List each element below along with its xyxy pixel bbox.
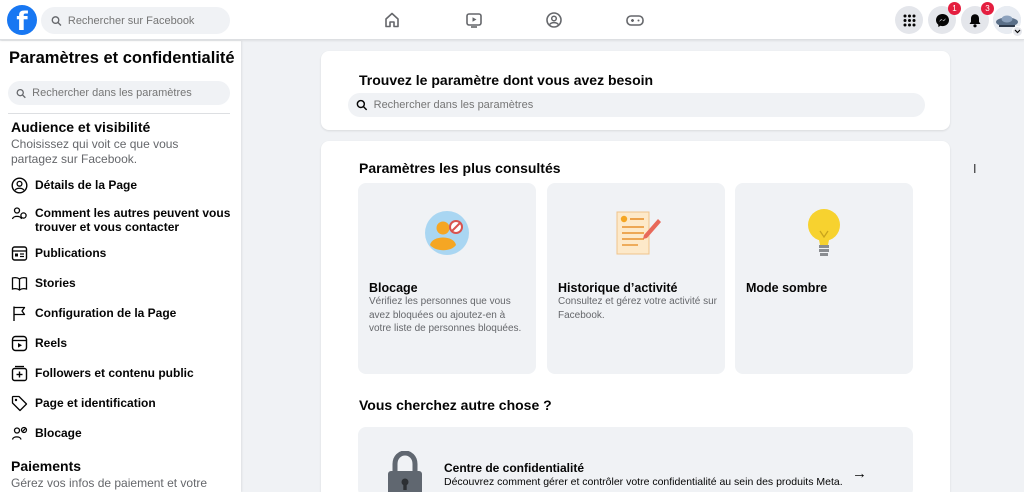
sidebar-divider [8, 113, 230, 114]
top-navigation-bar: f 1 3 [0, 0, 1024, 40]
payments-section-description: Gérez vos infos de paiement et votre [11, 476, 208, 490]
audience-section-title: Audience et visibilité [11, 119, 151, 135]
tile-dark-mode-title: Mode sombre [746, 281, 828, 295]
sidebar-search-input[interactable] [32, 87, 230, 99]
tile-activity-log-description: Consultez et gérez votre activité sur Fa… [558, 296, 717, 321]
blocked-person-icon [358, 205, 536, 261]
lightbulb-icon [735, 205, 913, 261]
other-settings-title: Vous cherchez autre chose ? [359, 397, 552, 413]
tile-dark-mode[interactable]: Mode sombre [735, 183, 913, 374]
messenger-icon [935, 13, 949, 27]
search-icon [16, 88, 26, 98]
user-circle-icon [10, 176, 28, 194]
privacy-center-link[interactable]: Centre de confidentialité Découvrez comm… [358, 427, 913, 492]
sidebar-item-page-tagging[interactable]: Page et identification [10, 394, 232, 412]
privacy-center-title: Centre de confidentialité [444, 461, 585, 475]
posts-icon [10, 244, 28, 262]
account-menu-chevron[interactable] [1012, 26, 1023, 37]
padlock-icon [388, 451, 422, 492]
chevron-down-icon [1014, 29, 1021, 34]
tag-icon [10, 394, 28, 412]
menu-grid-button[interactable] [895, 6, 923, 34]
audience-section-description: Choisissez qui voit ce que vous partagez… [11, 137, 179, 166]
notifications-badge: 3 [981, 2, 994, 15]
facebook-search-box[interactable] [41, 7, 230, 34]
activity-log-icon [547, 205, 725, 261]
facebook-search-input[interactable] [67, 14, 230, 27]
facebook-logo[interactable]: f [7, 5, 37, 35]
privacy-center-description: Découvrez comment gérer et contrôler vot… [444, 476, 843, 488]
payments-section-title: Paiements [11, 458, 82, 474]
grid-icon [903, 14, 915, 26]
sidebar-search-box[interactable] [8, 81, 230, 105]
sidebar-item-stories[interactable]: Stories [10, 274, 232, 292]
text-cursor-icon: I [973, 162, 977, 176]
video-icon[interactable] [462, 8, 486, 32]
groups-icon[interactable] [542, 8, 566, 32]
flag-icon [10, 304, 28, 322]
bell-icon [969, 13, 981, 27]
reels-icon [10, 334, 28, 352]
tile-blocking[interactable]: Blocage Vérifiez les personnes que vous … [358, 183, 536, 374]
settings-sidebar: Paramètres et confidentialité Audience e… [0, 41, 241, 492]
messenger-badge: 1 [948, 2, 961, 15]
sidebar-title: Paramètres et confidentialité [9, 49, 235, 67]
most-viewed-title: Paramètres les plus consultés [359, 160, 561, 176]
notifications-button[interactable]: 3 [961, 2, 994, 34]
sidebar-item-reels[interactable]: Reels [10, 334, 232, 352]
search-icon [356, 99, 368, 111]
find-setting-card: Trouvez le paramètre dont vous avez beso… [321, 51, 950, 130]
tile-activity-log-title: Historique d’activité [558, 281, 678, 295]
find-setting-title: Trouvez le paramètre dont vous avez beso… [359, 72, 654, 88]
sidebar-item-followers[interactable]: Followers et contenu public [10, 364, 232, 382]
home-icon[interactable] [380, 8, 404, 32]
book-icon [10, 274, 28, 292]
search-icon [51, 15, 62, 26]
settings-search-box[interactable] [348, 93, 925, 117]
sidebar-item-blocking[interactable]: Blocage [10, 424, 232, 442]
sidebar-item-publications[interactable]: Publications [10, 244, 232, 262]
arrow-right-icon: → [852, 465, 867, 482]
followers-icon [10, 364, 28, 382]
tile-blocking-title: Blocage [369, 281, 418, 295]
settings-search-input[interactable] [373, 99, 925, 111]
tile-blocking-description: Vérifiez les personnes que vous avez blo… [369, 296, 522, 334]
gaming-icon[interactable] [623, 8, 647, 32]
messenger-button[interactable]: 1 [928, 2, 961, 34]
sidebar-item-page-setup[interactable]: Configuration de la Page [10, 304, 232, 322]
sidebar-item-page-details[interactable]: Détails de la Page [10, 176, 232, 194]
sidebar-item-find-contact[interactable]: Comment les autres peuvent vous trouver … [10, 204, 232, 234]
block-user-icon [10, 424, 28, 442]
people-icon [10, 204, 28, 222]
tile-activity-log[interactable]: Historique d’activité Consultez et gérez… [547, 183, 725, 374]
